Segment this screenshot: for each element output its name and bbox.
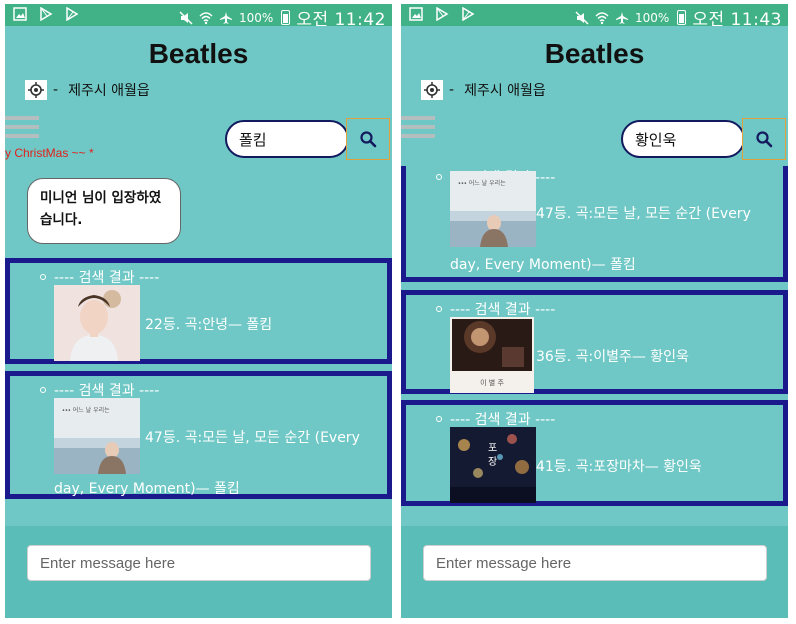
location-text: 제주시 애월읍 <box>68 83 150 99</box>
battery-icon <box>281 10 291 25</box>
search-input[interactable] <box>621 120 745 158</box>
search-button[interactable] <box>346 118 390 160</box>
svg-text:포: 포 <box>488 443 497 454</box>
result-song-text: 36등. 곡:이별주— 황인욱 <box>536 349 689 365</box>
album-cover[interactable]: ∙∙∙ 어느 날 우리는 <box>54 398 140 474</box>
battery-percent: 100% <box>239 10 274 25</box>
result-song-text: 41등. 곡:포장마차— 황인욱 <box>536 459 702 475</box>
search-icon <box>756 131 773 148</box>
gallery-icon <box>409 7 423 21</box>
album-cover[interactable]: 포장 <box>450 427 536 503</box>
mute-icon <box>179 10 193 25</box>
svg-text:장: 장 <box>488 456 497 468</box>
search-toolbar: y ChristMas ~~ * <box>5 114 392 166</box>
location-row: - 제주시 애월읍 <box>25 80 150 100</box>
message-bar <box>5 526 392 618</box>
wifi-icon <box>595 11 609 24</box>
notification-icons <box>13 7 79 21</box>
svg-text:∙∙∙ 어느 날 우리는: ∙∙∙ 어느 날 우리는 <box>458 179 506 187</box>
chat-area: ---- 검색 결과 ---- ∙∙∙ 어느 날 우리는 47등. 곡:모든 날… <box>401 166 788 526</box>
screenshot-root: 100% 오전 11:42 Beatles - 제주시 애월읍 y Christ… <box>0 0 796 624</box>
app-title: Beatles <box>544 38 645 69</box>
search-result-card: ---- 검색 결과 ---- 22등. 곡:안녕— 폴킴 <box>5 258 392 364</box>
result-heading: ---- 검색 결과 ---- <box>40 380 159 400</box>
notification-icons <box>409 7 475 21</box>
battery-icon <box>677 10 687 25</box>
gps-icon[interactable] <box>421 80 443 100</box>
message-input[interactable] <box>27 545 371 581</box>
search-result-card: ---- 검색 결과 ---- 이 별 주 36등. 곡:이별주— 황인욱 <box>401 290 788 394</box>
play-store-icon <box>40 7 53 21</box>
app-header: Beatles - 제주시 애월읍 <box>5 26 392 114</box>
mute-icon <box>575 10 589 25</box>
location-separator: - <box>449 82 455 98</box>
bullet-icon <box>436 306 442 312</box>
search-button[interactable] <box>742 118 786 160</box>
airplane-icon <box>616 11 628 24</box>
status-bar: 100% 오전 11:42 <box>5 4 392 30</box>
album-cover[interactable]: ∙∙∙ 어느 날 우리는 <box>450 171 536 247</box>
bullet-icon <box>436 416 442 422</box>
bullet-icon <box>436 174 442 180</box>
search-icon <box>360 131 377 148</box>
search-result-card: ---- 검색 결과 ---- ∙∙∙ 어느 날 우리는 47등. 곡:모든 날… <box>401 166 788 282</box>
album-cover[interactable]: 이 별 주 <box>450 317 534 393</box>
location-row: - 제주시 애월읍 <box>421 80 546 100</box>
menu-icon[interactable] <box>5 116 39 143</box>
chat-area: 미니언 님이 입장하였습니다. ---- 검색 결과 ---- 22등. 곡:안… <box>5 166 392 526</box>
result-song-text-cont: day, Every Moment)— 폴킴 <box>450 257 636 273</box>
search-input[interactable] <box>225 120 349 158</box>
result-song-text: 22등. 곡:안녕— 폴킴 <box>145 317 273 333</box>
app-header: Beatles - 제주시 애월읍 <box>401 26 788 114</box>
battery-percent: 100% <box>635 10 670 25</box>
search-toolbar <box>401 114 788 166</box>
phone-screen-left: 100% 오전 11:42 Beatles - 제주시 애월읍 y Christ… <box>5 4 392 618</box>
wifi-icon <box>199 11 213 24</box>
album-cover[interactable] <box>54 285 140 361</box>
menu-icon[interactable] <box>401 116 435 143</box>
search-result-card: ---- 검색 결과 ---- ∙∙∙ 어느 날 우리는 47등. 곡:모든 날… <box>5 371 392 499</box>
bullet-icon <box>40 387 46 393</box>
location-separator: - <box>53 82 59 98</box>
message-bar <box>401 526 788 618</box>
airplane-icon <box>220 11 232 24</box>
play-store-icon <box>462 7 475 21</box>
result-song-text-cont: day, Every Moment)— 폴킴 <box>54 481 240 497</box>
result-heading: ---- 검색 결과 ---- <box>436 299 555 319</box>
result-heading: ---- 검색 결과 ---- <box>436 409 555 429</box>
gps-icon[interactable] <box>25 80 47 100</box>
system-message-bubble: 미니언 님이 입장하였습니다. <box>27 178 181 244</box>
play-store-icon <box>66 7 79 21</box>
result-song-text: 47등. 곡:모든 날, 모든 순간 (Every <box>145 430 360 446</box>
gallery-icon <box>13 7 27 21</box>
result-song-text: 47등. 곡:모든 날, 모든 순간 (Every <box>536 206 751 222</box>
location-text: 제주시 애월읍 <box>464 83 546 99</box>
svg-text:이 별 주: 이 별 주 <box>480 378 504 387</box>
marquee-ticker: y ChristMas ~~ * <box>5 146 94 160</box>
status-bar: 100% 오전 11:43 <box>401 4 788 30</box>
phone-screen-right: 100% 오전 11:43 Beatles - 제주시 애월읍 황인욱 ----… <box>401 4 788 618</box>
message-input[interactable] <box>423 545 767 581</box>
svg-text:∙∙∙ 어느 날 우리는: ∙∙∙ 어느 날 우리는 <box>62 406 110 414</box>
bullet-icon <box>40 274 46 280</box>
app-title: Beatles <box>148 38 249 69</box>
result-heading: ---- 검색 결과 ---- <box>40 267 159 287</box>
search-result-card: ---- 검색 결과 ---- 포장 41등. 곡:포장마차— 황인욱 <box>401 400 788 506</box>
play-store-icon <box>436 7 449 21</box>
